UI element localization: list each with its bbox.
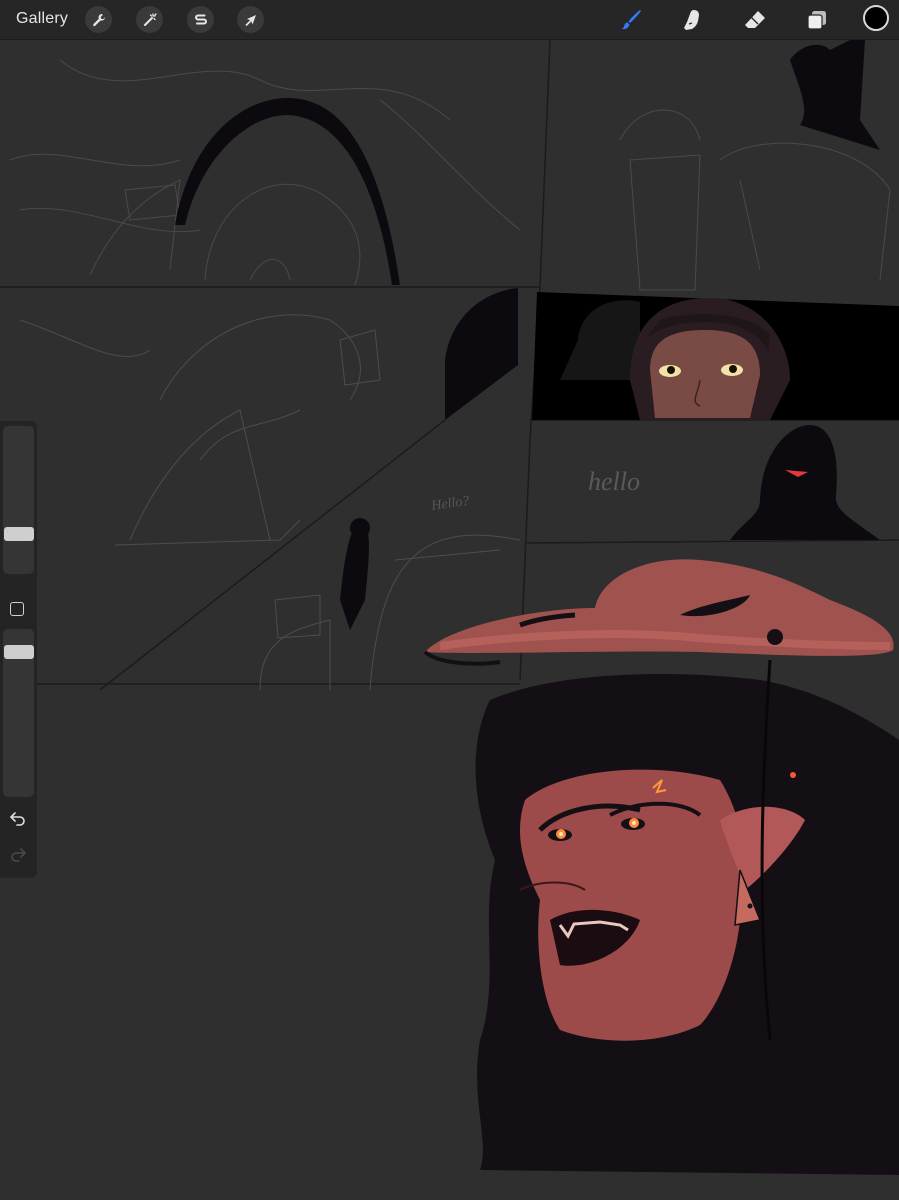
arrow-cursor-icon[interactable] xyxy=(237,6,264,33)
gallery-button[interactable]: Gallery xyxy=(16,10,68,28)
canvas-text-hello: hello xyxy=(588,467,640,496)
brush-size-slider[interactable] xyxy=(3,426,34,574)
drawing-canvas[interactable]: Hello? hello xyxy=(0,40,899,1200)
selection-s-icon[interactable] xyxy=(187,6,214,33)
layers-icon[interactable] xyxy=(802,5,832,35)
opacity-slider-thumb[interactable] xyxy=(4,644,34,659)
smudge-finger-icon[interactable] xyxy=(677,5,707,35)
undo-icon[interactable] xyxy=(9,809,27,827)
color-picker-button[interactable] xyxy=(863,5,889,31)
artwork: Hello? hello xyxy=(0,40,899,1200)
square-icon[interactable] xyxy=(10,602,24,616)
side-toolbar xyxy=(0,421,37,878)
magic-wand-icon[interactable] xyxy=(136,6,163,33)
brush-icon[interactable] xyxy=(616,5,646,35)
top-toolbar: Gallery xyxy=(0,0,899,40)
brush-size-slider-thumb[interactable] xyxy=(4,526,34,541)
wrench-icon[interactable] xyxy=(85,6,112,33)
redo-icon[interactable] xyxy=(9,845,27,863)
eraser-icon[interactable] xyxy=(740,5,770,35)
